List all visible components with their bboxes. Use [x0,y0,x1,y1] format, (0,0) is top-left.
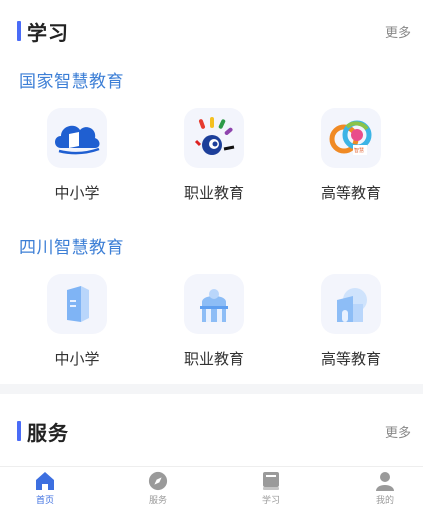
national-primary-item[interactable]: 中小学 [12,108,142,203]
sichuan-higher-item[interactable]: 高等教育 [286,274,416,369]
cloud-book-icon [47,108,107,168]
school-door-icon [47,274,107,334]
learning-more-link[interactable]: 更多 [385,22,411,41]
item-label: 职业教育 [183,184,244,202]
book-icon [263,472,279,490]
section-accent-bar [17,421,21,441]
home-icon [36,472,54,490]
section-accent-bar [17,21,21,41]
rainbow-logo-icon: 智慧 [321,108,381,168]
tab-label: 我的 [375,496,394,506]
tab-home[interactable]: 首页 [15,471,75,506]
sichuan-vocational-item[interactable]: 职业教育 [149,274,279,369]
tab-label: 服务 [148,496,167,506]
section-divider [0,384,423,394]
sichuan-primary-item[interactable]: 中小学 [12,274,142,369]
item-label: 高等教育 [320,350,381,368]
services-more-link[interactable]: 更多 [385,422,411,441]
services-section-header: 服务 更多 [0,410,423,450]
colorful-logo-icon [184,108,244,168]
compass-icon [148,471,168,491]
services-title: 服务 [27,421,69,445]
national-vocational-item[interactable]: 职业教育 [149,108,279,203]
learning-title: 学习 [27,21,69,45]
tab-services[interactable]: 服务 [128,471,188,506]
tab-label: 学习 [261,496,280,506]
group-title-sichuan: 四川智慧教育 [19,238,124,258]
learning-section-header: 学习 更多 [0,10,423,50]
bottom-tab-bar: 首页 服务 学习 我的 [0,466,423,506]
building-icon [184,274,244,334]
tab-label: 首页 [35,496,54,506]
tab-learning[interactable]: 学习 [241,471,301,506]
item-label: 职业教育 [183,350,244,368]
user-icon [376,472,394,491]
campus-icon [321,274,381,334]
tab-mine[interactable]: 我的 [355,471,415,506]
item-label: 中小学 [54,350,100,368]
group-title-national: 国家智慧教育 [19,72,124,92]
svg-text:智慧: 智慧 [354,147,364,154]
item-label: 高等教育 [320,184,381,202]
item-label: 中小学 [54,184,100,202]
page: 学习 更多 国家智慧教育 中小学 职业教育 智慧 高等教育 四川智慧教育 中小学… [0,0,423,506]
national-higher-item[interactable]: 智慧 高等教育 [286,108,416,203]
